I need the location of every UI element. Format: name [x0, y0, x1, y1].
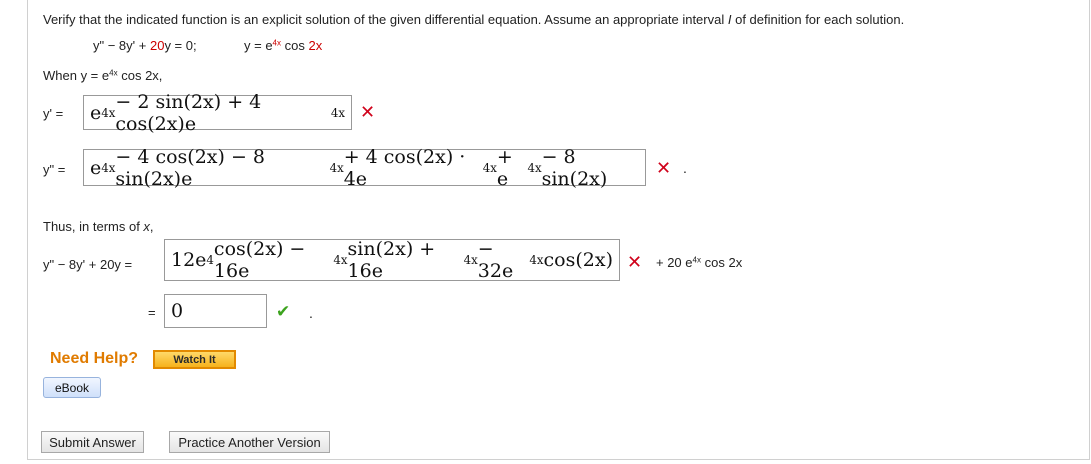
math-term: + 4 cos(2x) · 4e [343, 145, 466, 190]
instructions-text: Verify that the indicated function is an… [43, 12, 728, 27]
y-double-prime-input[interactable]: e 4x − 4 cos(2x) − 8 sin(2x)e 4x + 4 cos(2… [83, 146, 646, 190]
combination-suffix: + 20 e4x cos 2x [656, 255, 742, 270]
watch-it-button[interactable]: Watch It [153, 350, 236, 369]
suffix-exponent: 4x [692, 255, 702, 265]
combination-input[interactable]: 12e 4 cos(2x) − 16e 4x sin(2x) + 16e 4x − 32e… [164, 238, 620, 282]
math-term: + e [496, 145, 513, 190]
y-prime-input[interactable]: e 4x − 2 sin(2x) + 4 cos(2x)e 4x [83, 91, 352, 135]
math-term: cos(2x) − 16e [213, 238, 306, 282]
combination-label: y" − 8y' + 20y = [43, 257, 133, 272]
math-term: 12e [171, 249, 207, 271]
final-answer-value: 0 [171, 300, 184, 322]
equation-part: y = 0; [164, 38, 197, 53]
ebook-button[interactable]: eBook [43, 377, 101, 398]
given-function: y = e4x cos 2x [244, 38, 322, 53]
incorrect-icon: ✕ [627, 252, 643, 272]
y-prime-label: y' = [43, 106, 64, 121]
when-text-end: cos 2x, [117, 68, 163, 83]
math-term: − 4 cos(2x) − 8 sin(2x)e [115, 145, 266, 190]
thus-text: Thus, in terms of [43, 219, 144, 234]
math-term: cos(2x) [543, 249, 613, 271]
math-term: − 32e [477, 238, 514, 282]
thus-statement: Thus, in terms of x, [43, 219, 154, 234]
when-text: When y = e [43, 68, 110, 83]
need-help-title: Need Help? [50, 350, 139, 367]
differential-equation: y" − 8y' + 20y = 0; [93, 38, 197, 53]
instructions: Verify that the indicated function is an… [43, 12, 904, 27]
equals-sign: = [148, 305, 156, 320]
correct-check-icon: ✔ [276, 302, 291, 321]
math-term: e [90, 101, 102, 124]
trailing-period: . [309, 305, 313, 321]
equation-part: y" − 8y' + [93, 38, 150, 53]
math-term: sin(2x) + 16e [347, 238, 436, 282]
incorrect-icon: ✕ [360, 102, 376, 122]
thus-text-end: , [149, 219, 154, 234]
function-part: cos [281, 38, 309, 53]
function-part: y = e [244, 38, 273, 53]
math-term: − 2 sin(2x) + 4 cos(2x)e [115, 90, 262, 135]
trailing-period: . [683, 160, 687, 176]
incorrect-icon: ✕ [656, 158, 672, 178]
equation-coefficient: 20 [149, 38, 165, 53]
function-exponent: 4x [272, 38, 282, 48]
final-answer-input[interactable]: 0 [164, 294, 267, 328]
math-term: e [90, 156, 102, 179]
function-argument: 2x [308, 38, 323, 53]
practice-another-version-button[interactable]: Practice Another Version [169, 431, 330, 453]
when-statement: When y = e4x cos 2x, [43, 68, 162, 83]
math-term: − 8 sin(2x) [541, 145, 608, 190]
submit-answer-button[interactable]: Submit Answer [41, 431, 144, 453]
question-panel [27, 0, 1090, 460]
suffix-text: + 20 e [656, 255, 693, 270]
suffix-text-end: cos 2x [701, 255, 743, 270]
when-exponent: 4x [109, 68, 118, 78]
instructions-text-end: of definition for each solution. [731, 12, 905, 27]
y-double-prime-label: y" = [43, 162, 66, 177]
